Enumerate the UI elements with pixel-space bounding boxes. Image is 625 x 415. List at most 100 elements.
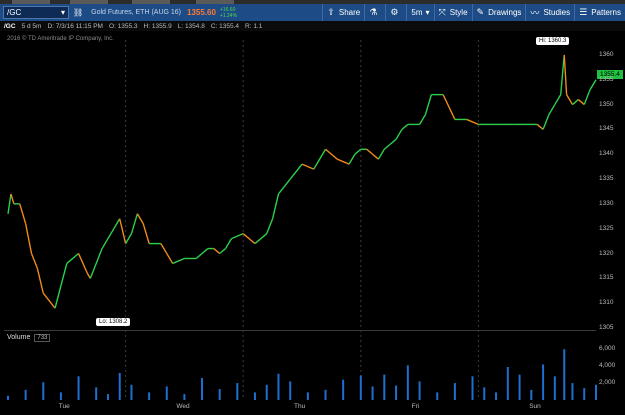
chart-info-bar: /GC 5 d 5m D: 7/3/16 11:15 PM O: 1355.3 … (0, 21, 625, 31)
volume-bar (236, 383, 239, 400)
price-segment (289, 163, 303, 180)
price-segment (548, 104, 556, 115)
price-segment (383, 143, 391, 150)
symbol-selector[interactable]: /GC ▾ (3, 6, 69, 19)
lab-button[interactable]: ⚗ (364, 4, 385, 21)
price-segment (372, 153, 379, 160)
info-symbol: /GC (4, 22, 16, 30)
price-change: +16.60 +1.24% (220, 7, 237, 19)
volume-bar (106, 394, 109, 400)
volume-bar (218, 389, 221, 400)
volume-bar (453, 383, 456, 400)
info-close: C: 1355.4 (210, 22, 240, 30)
price-segment (113, 218, 121, 230)
price-segment (77, 253, 89, 274)
style-button[interactable]: ⤧ Style (433, 4, 472, 21)
price-tick-label: 1325 (599, 224, 614, 232)
info-date: D: 7/3/16 11:15 PM (47, 22, 103, 30)
price-tick-label: 1330 (599, 199, 614, 207)
volume-bar (506, 367, 509, 400)
info-low: L: 1354.8 (177, 22, 205, 30)
price-chart[interactable] (0, 0, 625, 415)
price-segment (10, 193, 15, 205)
price-segment (254, 233, 268, 245)
price-segment (271, 193, 280, 219)
price-segment (160, 243, 168, 254)
price-segment (560, 54, 565, 95)
price-tick-label: 1345 (599, 125, 614, 133)
volume-bar (436, 392, 439, 400)
price-segment (442, 94, 456, 120)
price-segment (89, 248, 103, 279)
price-tick-label: 1320 (599, 249, 614, 257)
price-segment (354, 148, 362, 155)
volume-bar (518, 374, 521, 400)
volume-tick-label: 2,000 (599, 379, 616, 387)
price-tick-label: 1335 (599, 175, 614, 183)
gear-icon: ⚙ (390, 7, 399, 17)
patterns-label: Patterns (591, 8, 621, 17)
volume-bar (471, 376, 474, 400)
price-segment (231, 233, 244, 240)
share-button[interactable]: ⇪ Share (322, 4, 364, 21)
chevron-down-icon: ▾ (60, 8, 65, 17)
volume-bar (530, 389, 533, 400)
pane-divider[interactable] (4, 330, 596, 331)
interval-button[interactable]: 5m ▾ (406, 4, 433, 21)
volume-bar (148, 392, 151, 400)
volume-bar (418, 381, 421, 400)
volume-bar (165, 386, 168, 400)
info-range: R: 1.1 (245, 22, 263, 30)
volume-bar (583, 388, 586, 400)
volume-bar (542, 364, 545, 400)
price-segment (172, 257, 185, 265)
price-segment (301, 163, 315, 170)
info-high: H: 1355.9 (143, 22, 172, 30)
flask-icon: ⚗ (369, 7, 378, 17)
drawings-label: Drawings (488, 8, 522, 17)
price-segment (166, 253, 174, 264)
volume-bar (495, 392, 498, 400)
price-segment (277, 178, 291, 195)
price-tick-label: 1360 (599, 50, 614, 58)
price-segment (583, 89, 591, 105)
volume-bar (118, 372, 121, 400)
high-marker: Hi: 1360.3 (536, 37, 570, 45)
style-icon: ⤧ (438, 7, 446, 17)
studies-button[interactable]: 〰 Studies (525, 4, 574, 21)
price-segment (401, 123, 409, 130)
last-price: 1355.60 (187, 8, 216, 17)
price-segment (536, 123, 544, 130)
volume-bar (265, 384, 268, 400)
volume-bar (359, 375, 362, 400)
price-segment (589, 79, 597, 91)
volume-bar (42, 382, 45, 400)
chart-toolbar: /GC ▾ ⛓ Gold Futures, ETH (AUG 16) 1355.… (0, 4, 625, 21)
settings-button[interactable]: ⚙ (385, 4, 406, 21)
price-segment (219, 248, 227, 255)
price-segment (66, 252, 80, 264)
volume-bar (553, 376, 556, 400)
volume-bar (483, 387, 486, 400)
price-segment (577, 99, 585, 106)
day-tick-label: Wed (176, 403, 190, 410)
volume-bar (595, 384, 597, 400)
price-segment (337, 158, 350, 165)
volume-bar (24, 389, 27, 400)
volume-bar (289, 381, 292, 400)
price-tick-label: 1350 (599, 100, 614, 108)
copyright-text: 2016 © TD Ameritrade IP Company, Inc. (7, 36, 114, 42)
price-segment (213, 248, 221, 255)
drawings-button[interactable]: ✎ Drawings (471, 4, 526, 21)
volume-bar (563, 349, 566, 400)
change-percent: +1.24% (219, 12, 238, 19)
volume-bar (277, 373, 280, 400)
day-tick-label: Fri (411, 403, 420, 410)
price-segment (418, 114, 427, 125)
price-segment (130, 213, 139, 234)
patterns-button[interactable]: ☰ Patterns (574, 4, 625, 21)
price-segment (325, 148, 338, 160)
price-segment (565, 94, 574, 105)
volume-tick-label: 4,000 (599, 362, 616, 370)
link-icon[interactable]: ⛓ (69, 4, 87, 21)
